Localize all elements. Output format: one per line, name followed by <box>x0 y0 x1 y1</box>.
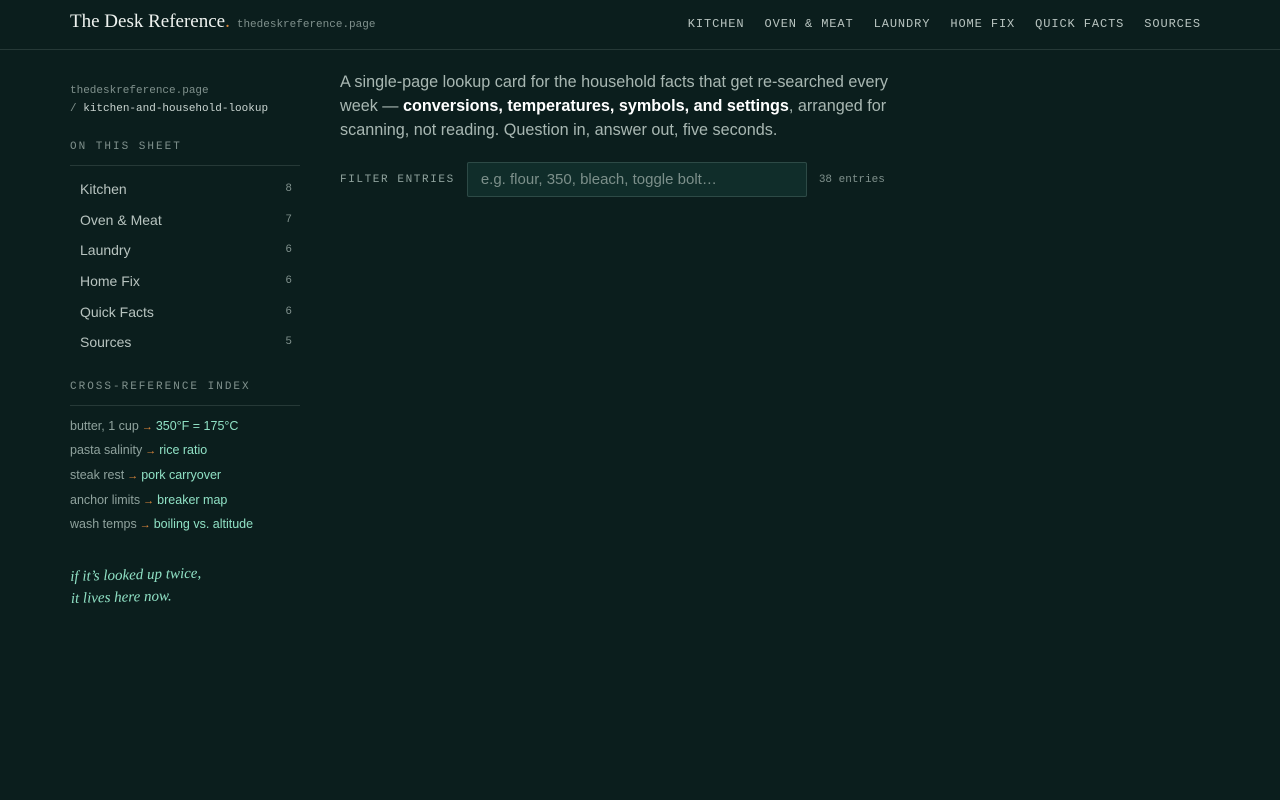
top-bar: The Desk Reference. thedeskreference.pag… <box>0 0 1280 50</box>
nav-home-fix[interactable]: HOME FIX <box>950 17 1015 31</box>
brand-domain: thedeskreference.page <box>236 19 376 31</box>
brand-dot: . <box>225 11 230 32</box>
xref-link[interactable]: breaker map <box>157 493 227 507</box>
toc-item-label: Sources <box>80 334 132 351</box>
toc-item-kitchen[interactable]: Kitchen 8 <box>70 174 300 205</box>
xref-link[interactable]: boiling vs. altitude <box>154 517 253 531</box>
xref-link[interactable]: pork carryover <box>141 468 221 482</box>
toc-item-count: 6 <box>285 305 292 318</box>
xref-source: steak rest <box>70 467 125 482</box>
handwritten-note: if it’s looked up twice, it lives here n… <box>70 560 301 610</box>
xref-source: butter, 1 cup <box>70 418 139 433</box>
xref-link[interactable]: 350°F = 175°C <box>156 419 239 433</box>
nav-oven-meat[interactable]: OVEN & MEAT <box>765 17 854 31</box>
toc-item-label: Kitchen <box>80 181 127 198</box>
toc-item-label: Laundry <box>80 242 131 259</box>
entry-count: 38 entries <box>818 173 885 186</box>
intro-text: A single-page lookup card for the househ… <box>340 70 900 142</box>
xref-link[interactable]: rice ratio <box>159 443 207 457</box>
brand[interactable]: The Desk Reference. thedeskreference.pag… <box>70 11 375 33</box>
toc-item-oven-meat[interactable]: Oven & Meat 7 <box>70 205 300 236</box>
breadcrumb-separator: / <box>70 103 77 115</box>
xref-list: butter, 1 cup → 350°F = 175°C pasta salini… <box>70 406 300 539</box>
toc-item-count: 7 <box>285 213 292 226</box>
nav-sources[interactable]: SOURCES <box>1144 17 1201 31</box>
filter-bar: FILTER ENTRIES 38 entries <box>340 162 900 197</box>
breadcrumb-slug: kitchen-and-household-lookup <box>83 103 269 115</box>
toc-item-label: Quick Facts <box>80 303 154 320</box>
xref-heading: CROSS-REFERENCE INDEX <box>70 381 300 406</box>
arrow-right-icon: → <box>145 445 157 458</box>
sidebar: thedeskreference.page / kitchen-and-hous… <box>70 82 300 610</box>
toc-item-count: 6 <box>285 275 292 288</box>
toc-item-label: Oven & Meat <box>80 211 162 228</box>
xref-source: pasta salinity <box>70 443 143 458</box>
toc-item-home-fix[interactable]: Home Fix 6 <box>70 266 300 297</box>
toc-item-label: Home Fix <box>80 273 140 290</box>
toc-item-sources[interactable]: Sources 5 <box>70 327 300 358</box>
nav-kitchen[interactable]: KITCHEN <box>688 17 745 31</box>
toc-item-laundry[interactable]: Laundry 6 <box>70 235 300 266</box>
toc-item-count: 6 <box>285 244 292 257</box>
toc-item-count: 5 <box>285 336 292 349</box>
arrow-right-icon: → <box>141 420 153 433</box>
top-nav: KITCHEN OVEN & MEAT LAUNDRY HOME FIX QUI… <box>688 17 1201 31</box>
filter-label: FILTER ENTRIES <box>340 173 455 186</box>
xref-source: anchor limits <box>70 492 141 507</box>
nav-laundry[interactable]: LAUNDRY <box>874 17 931 31</box>
brand-name[interactable]: The Desk Reference <box>70 11 225 33</box>
main-content: A single-page lookup card for the househ… <box>340 70 900 197</box>
arrow-right-icon: → <box>143 494 155 507</box>
xref-item: wash temps → boiling vs. altitude <box>70 513 300 538</box>
intro-emphasis: conversions, temperatures, symbols, and … <box>402 97 789 115</box>
arrow-right-icon: → <box>127 469 139 482</box>
toc-list: Kitchen 8 Oven & Meat 7 Laundry 6 Home Fix 6… <box>70 166 300 358</box>
filter-input[interactable] <box>466 162 807 197</box>
toc-item-quick-facts[interactable]: Quick Facts 6 <box>70 296 300 327</box>
nav-quick-facts[interactable]: QUICK FACTS <box>1035 17 1124 31</box>
xref-item: anchor limits → breaker map <box>70 489 300 514</box>
xref-item: butter, 1 cup → 350°F = 175°C <box>70 415 300 440</box>
xref-source: wash temps <box>70 517 137 532</box>
xref-item: steak rest → pork carryover <box>70 464 300 489</box>
arrow-right-icon: → <box>139 519 151 532</box>
breadcrumb-root[interactable]: thedeskreference.page <box>70 82 300 100</box>
breadcrumb: thedeskreference.page / kitchen-and-hous… <box>70 82 300 118</box>
breadcrumb-current: / kitchen-and-household-lookup <box>70 100 300 118</box>
note-line: it lives here now. <box>70 588 172 608</box>
toc-item-count: 8 <box>285 183 292 196</box>
xref-item: pasta salinity → rice ratio <box>70 439 300 464</box>
toc-heading: ON THIS SHEET <box>70 141 300 166</box>
